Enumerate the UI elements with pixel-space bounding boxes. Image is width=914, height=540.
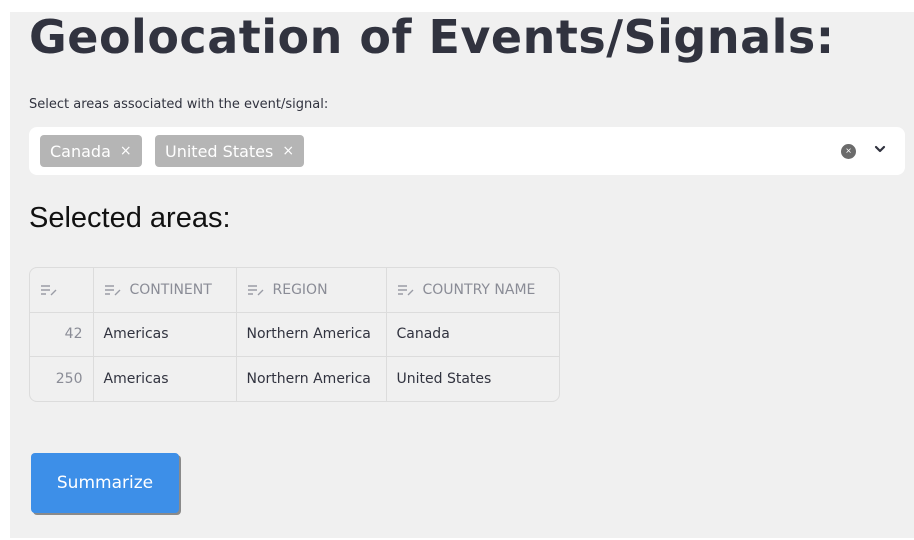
column-menu-icon bbox=[397, 285, 413, 296]
area-select-label: Select areas associated with the event/s… bbox=[29, 97, 329, 112]
chip-label: Canada bbox=[50, 141, 111, 161]
page-title: Geolocation of Events/Signals: bbox=[29, 10, 835, 64]
cell-country-name: Canada bbox=[386, 312, 559, 357]
row-index: 42 bbox=[30, 312, 94, 357]
selected-chip-canada: Canada × bbox=[40, 135, 142, 167]
row-index: 250 bbox=[30, 356, 94, 401]
column-header-country-name[interactable]: COUNTRY NAME bbox=[386, 268, 559, 313]
chevron-down-icon[interactable] bbox=[871, 140, 889, 158]
table-header-row: CONTINENT REGION COUNTRY NAME bbox=[30, 268, 559, 313]
column-header-index[interactable] bbox=[30, 268, 94, 313]
selected-chip-united-states: United States × bbox=[155, 135, 305, 167]
column-menu-icon bbox=[104, 285, 120, 296]
area-multiselect[interactable]: Canada × United States × × bbox=[29, 127, 905, 175]
clear-all-icon[interactable]: × bbox=[841, 144, 856, 159]
remove-chip-icon[interactable]: × bbox=[120, 143, 132, 159]
column-header-continent[interactable]: CONTINENT bbox=[93, 268, 237, 313]
column-menu-icon bbox=[41, 285, 57, 296]
selected-areas-heading: Selected areas: bbox=[29, 202, 231, 234]
cell-region: Northern America bbox=[236, 356, 387, 401]
cell-continent: Americas bbox=[93, 312, 237, 357]
cell-region: Northern America bbox=[236, 312, 387, 357]
chip-label: United States bbox=[165, 141, 274, 161]
selected-areas-table: CONTINENT REGION COUNTRY NAME 42 America… bbox=[29, 267, 560, 402]
column-menu-icon bbox=[247, 285, 263, 296]
cell-continent: Americas bbox=[93, 356, 237, 401]
column-header-region[interactable]: REGION bbox=[236, 268, 387, 313]
table-row[interactable]: 250 Americas Northern America United Sta… bbox=[30, 356, 559, 401]
table-row[interactable]: 42 Americas Northern America Canada bbox=[30, 312, 559, 357]
cell-country-name: United States bbox=[396, 371, 492, 387]
remove-chip-icon[interactable]: × bbox=[282, 143, 294, 159]
summarize-button[interactable]: Summarize bbox=[31, 453, 179, 513]
